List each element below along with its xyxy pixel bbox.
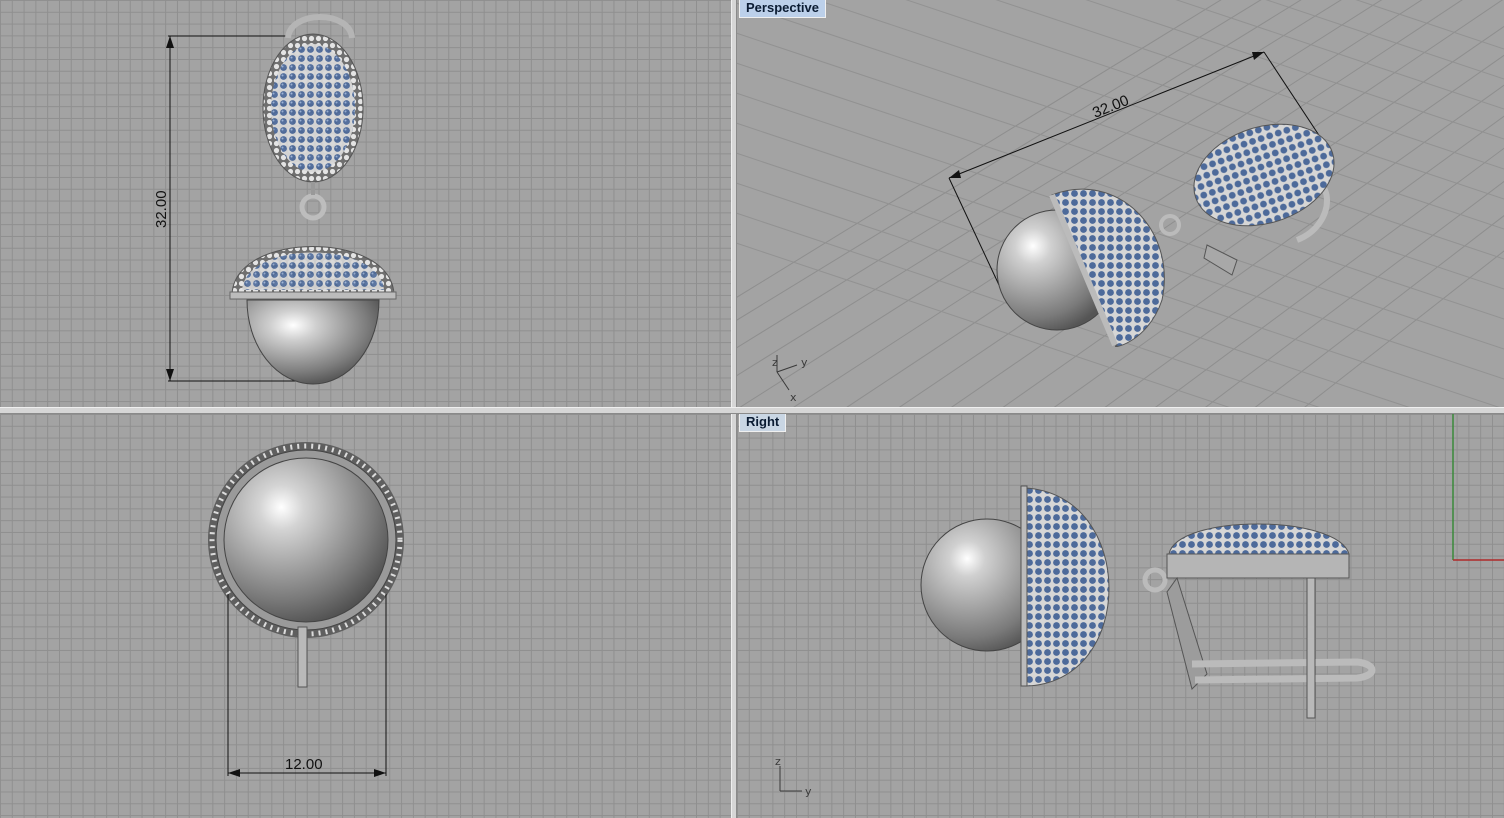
viewport-splitter-horizontal[interactable] (0, 407, 1504, 414)
axis-z-label: z (772, 356, 778, 369)
viewport-title[interactable]: Right (739, 414, 787, 432)
axis-z-label: z (775, 755, 781, 768)
dimension-label: 32.00 (153, 190, 170, 228)
viewport-perspective[interactable]: 32.00 z y x Perspective (737, 0, 1504, 407)
axis-y-label: y (805, 785, 812, 798)
axis-y-label: y (801, 356, 808, 369)
viewport-right[interactable]: z y Right (737, 414, 1504, 818)
viewport-front[interactable]: 32.00 (0, 0, 731, 407)
dimension-label: 12.00 (285, 756, 323, 773)
viewport-top[interactable]: 12.00 (0, 414, 731, 818)
viewport-title[interactable]: Perspective (739, 0, 826, 18)
top-view-model: 12.00 (208, 442, 404, 777)
right-view-model: z y (775, 414, 1504, 798)
perspective-view-model: 32.00 z y x (772, 51, 1335, 404)
axis-x-label: x (790, 391, 797, 404)
dimension-label: 32.00 (1090, 92, 1131, 122)
front-view-model: 32.00 (153, 14, 397, 385)
